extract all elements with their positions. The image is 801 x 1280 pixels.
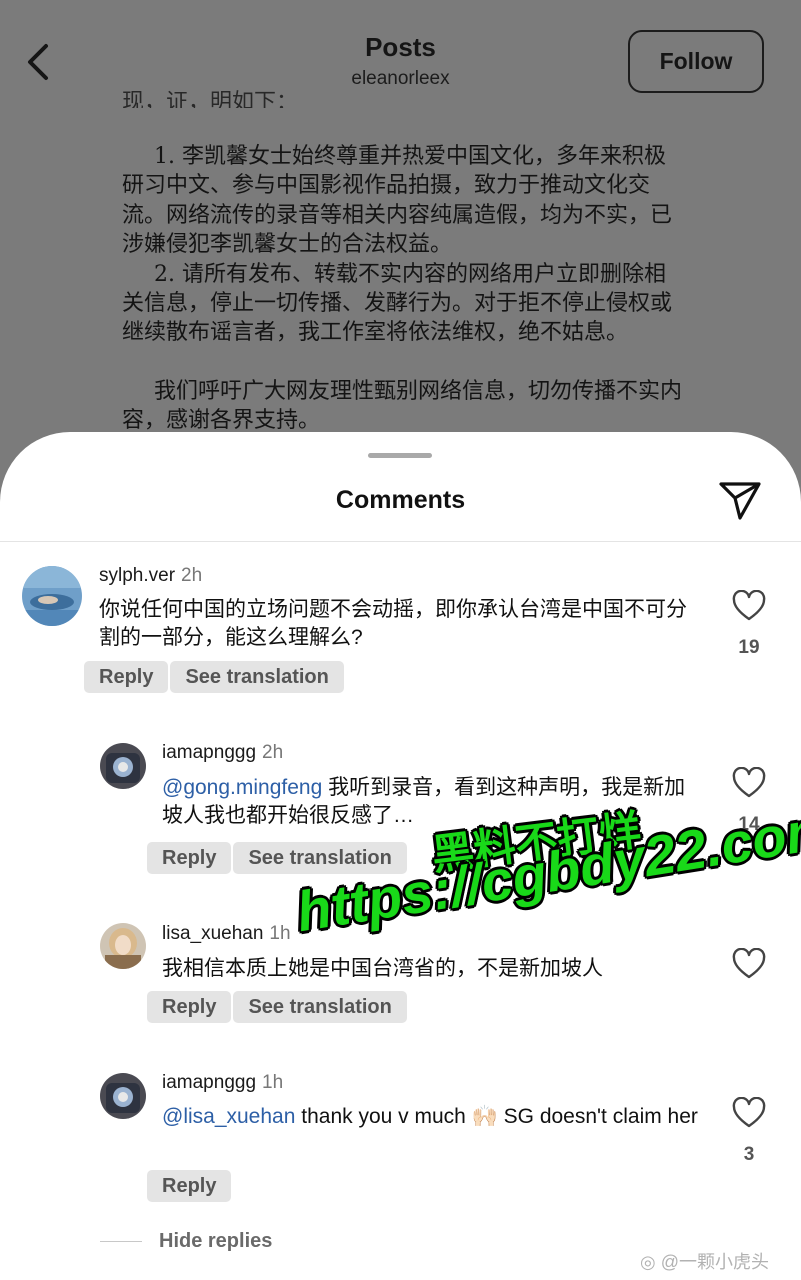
mention-link[interactable]: @gong.mingfeng — [162, 776, 322, 799]
comment-time: 2h — [262, 742, 284, 763]
comment-meta: iamapnggg 2h — [162, 742, 283, 764]
comment-actions: Reply See translation — [147, 991, 407, 1023]
post-background: Posts eleanorleex Follow 1. 李凯馨女士始终尊重并热爱… — [0, 0, 801, 470]
share-paper-plane-icon[interactable] — [716, 478, 764, 522]
comment-text: @lisa_xuehan thank you v much 🙌🏻 SG does… — [162, 1103, 707, 1131]
sheet-divider — [0, 541, 801, 542]
see-translation-button[interactable]: See translation — [233, 991, 407, 1023]
comment-time: 1h — [269, 923, 291, 944]
heart-icon[interactable] — [732, 1097, 766, 1129]
doc-paragraph-2: 2. 请所有发布、转载不实内容的网络用户立即删除相关信息，停止一切传播、发酵行为… — [122, 261, 673, 346]
comment-text: 你说任何中国的立场问题不会动摇，即你承认台湾是中国不可分割的一部分，能这么理解么… — [99, 598, 687, 649]
post-header: Posts eleanorleex Follow — [0, 0, 801, 112]
comment-meta: iamapnggg 1h — [162, 1072, 283, 1094]
heart-icon[interactable] — [732, 948, 766, 980]
follow-button[interactable]: Follow — [628, 30, 764, 93]
post-document-text: 1. 李凯馨女士始终尊重并热爱中国文化，多年来积极研习中文、参与中国影视作品拍摄… — [122, 142, 684, 436]
comment-username[interactable]: iamapnggg — [162, 1072, 256, 1093]
comment-actions: Reply — [147, 1170, 232, 1202]
weibo-credit-text: @一颗小虎头 — [660, 1252, 770, 1272]
heart-icon[interactable] — [732, 590, 766, 622]
comment-actions: Reply See translation — [84, 661, 344, 693]
comment-body-text: thank you v much 🙌🏻 SG doesn't claim her — [301, 1105, 698, 1128]
comment-meta: sylph.ver 2h — [99, 565, 202, 587]
doc-top-fragment: 现，证，明如下： — [122, 90, 299, 108]
like-count: 19 — [738, 637, 760, 658]
comment-username[interactable]: sylph.ver — [99, 565, 175, 586]
hide-replies-line — [100, 1241, 142, 1242]
avatar[interactable] — [100, 923, 146, 969]
avatar[interactable] — [100, 743, 146, 789]
reply-button[interactable]: Reply — [84, 661, 169, 693]
comment-time: 2h — [181, 565, 203, 586]
doc-paragraph-1: 1. 李凯馨女士始终尊重并热爱中国文化，多年来积极研习中文、参与中国影视作品拍摄… — [122, 144, 673, 258]
weibo-logo-icon: ◎ — [640, 1252, 656, 1272]
drag-handle[interactable] — [368, 453, 432, 458]
reply-button[interactable]: Reply — [147, 1170, 232, 1202]
reply-button[interactable]: Reply — [147, 991, 232, 1023]
comment-username[interactable]: lisa_xuehan — [162, 923, 263, 944]
heart-icon[interactable] — [732, 767, 766, 799]
see-translation-button[interactable]: See translation — [170, 661, 344, 693]
comment-username[interactable]: iamapnggg — [162, 742, 256, 763]
comment-meta: lisa_xuehan 1h — [162, 923, 291, 945]
weibo-credit: ◎ @一颗小虎头 — [640, 1248, 769, 1274]
avatar[interactable] — [100, 1073, 146, 1119]
mention-link[interactable]: @lisa_xuehan — [162, 1105, 295, 1128]
comment-text: 我相信本质上她是中国台湾省的，不是新加坡人 — [162, 957, 603, 980]
doc-paragraph-3: 我们呼吁广大网友理性甄别网络信息，切勿传播不实内容，感谢各界支持。 — [122, 378, 683, 434]
comment-time: 1h — [262, 1072, 284, 1093]
reply-button[interactable]: Reply — [147, 842, 232, 874]
comments-title: Comments — [335, 486, 466, 514]
hide-replies-button[interactable]: Hide replies — [159, 1230, 272, 1253]
like-count: 3 — [743, 1144, 755, 1165]
avatar[interactable] — [22, 566, 82, 626]
